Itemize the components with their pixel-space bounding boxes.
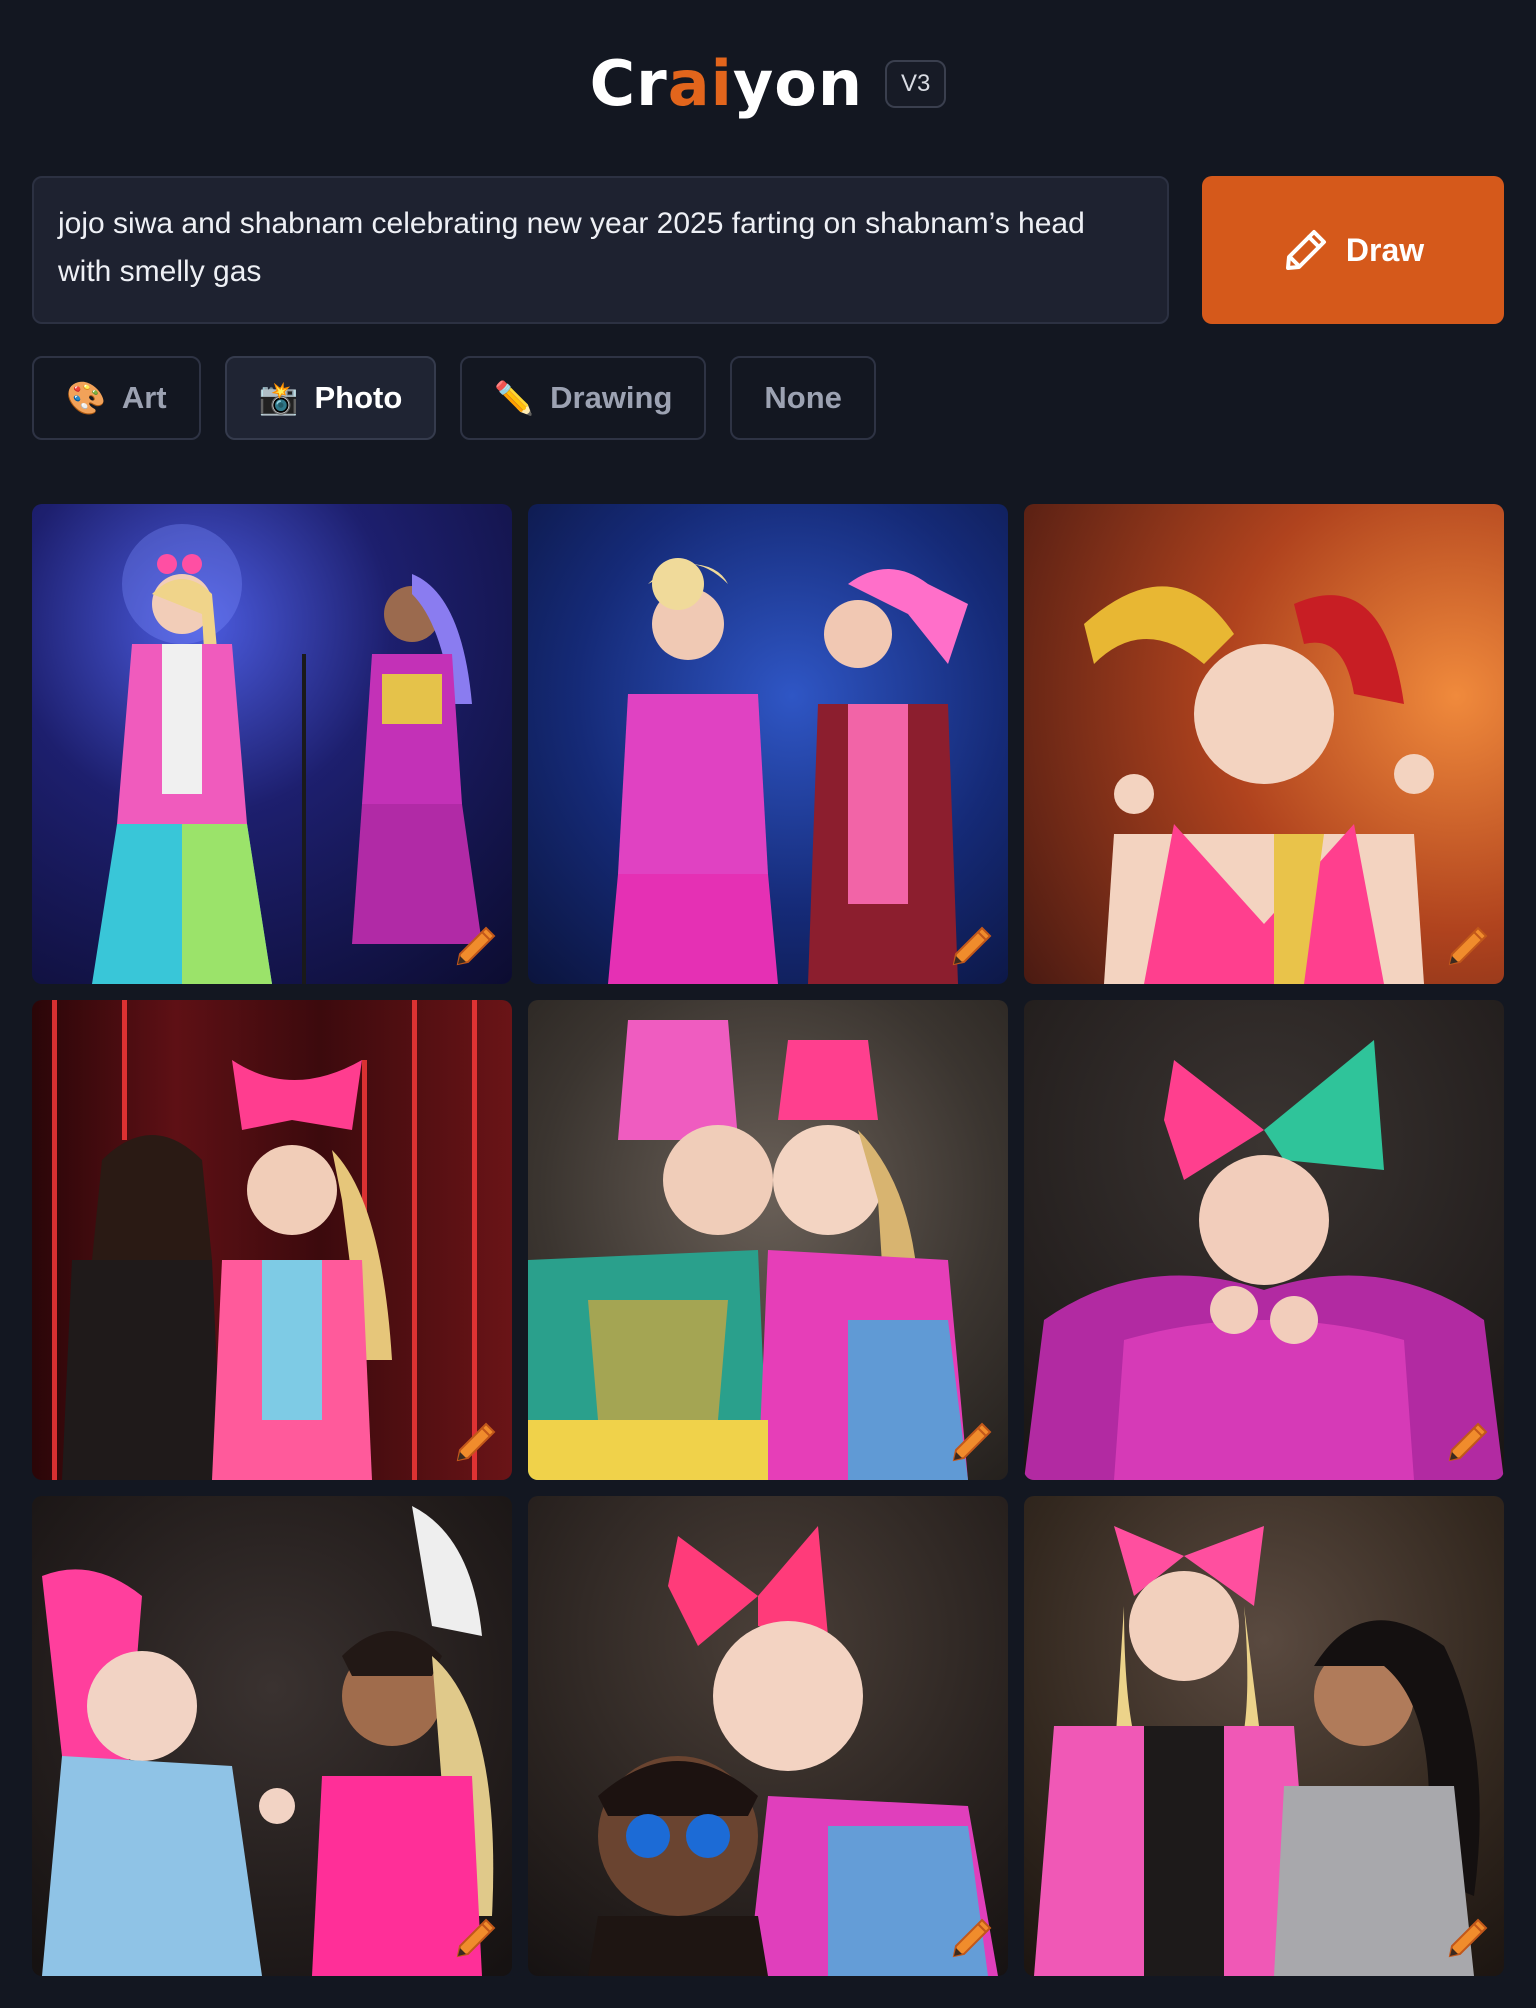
results-grid — [32, 504, 1504, 1976]
pencil-edit-icon[interactable] — [452, 1420, 498, 1466]
result-image-7[interactable] — [32, 1496, 512, 1976]
logo-part-1: Cr — [589, 47, 668, 120]
version-badge: V3 — [884, 60, 947, 108]
pencil-icon — [1285, 230, 1326, 270]
result-image-6-scene — [1024, 1040, 1504, 1480]
result-image-3[interactable] — [1024, 504, 1504, 984]
result-image-8-scene — [588, 1526, 998, 1976]
result-image-5[interactable] — [528, 1000, 1008, 1480]
style-art-label: Art — [121, 380, 167, 415]
result-image-4[interactable] — [32, 1000, 512, 1480]
result-image-3-scene — [1084, 586, 1434, 984]
header: Cr ai yon V3 — [0, 48, 1536, 120]
pencil-edit-icon[interactable] — [1444, 1420, 1490, 1466]
style-drawing-button[interactable]: ✏️ Drawing — [460, 356, 707, 440]
pencil-edit-icon[interactable] — [948, 1916, 994, 1962]
craiyon-logo[interactable]: Cr ai yon — [590, 53, 863, 115]
draw-button[interactable]: Draw — [1202, 176, 1504, 324]
style-none-label: None — [764, 380, 842, 415]
result-image-8[interactable] — [528, 1496, 1008, 1976]
result-image-9-scene — [1034, 1526, 1480, 1976]
result-image-9[interactable] — [1024, 1496, 1504, 1976]
palette-icon: 🎨 — [66, 380, 106, 416]
result-image-1-scene — [92, 524, 482, 984]
logo-part-3: yon — [732, 47, 863, 120]
style-none-button[interactable]: None — [730, 356, 876, 440]
style-selector: 🎨 Art 📸 Photo ✏️ Drawing None — [32, 356, 876, 440]
style-photo-label: Photo — [314, 380, 403, 415]
prompt-input[interactable]: jojo siwa and shabnam celebrating new ye… — [32, 176, 1169, 324]
style-drawing-label: Drawing — [550, 380, 673, 415]
pencil-edit-icon[interactable] — [1444, 1916, 1490, 1962]
camera-flash-icon: 📸 — [258, 380, 299, 416]
pencil-edit-icon[interactable] — [948, 924, 994, 970]
pencil-edit-icon[interactable] — [948, 1420, 994, 1466]
result-image-2-scene — [608, 558, 968, 984]
result-image-2[interactable] — [528, 504, 1008, 984]
draw-button-label: Draw — [1345, 231, 1425, 268]
pencil-edit-icon[interactable] — [452, 1916, 498, 1962]
pencil-edit-icon[interactable] — [452, 924, 498, 970]
result-image-1[interactable] — [32, 504, 512, 984]
logo-part-2: ai — [667, 47, 733, 120]
style-art-button[interactable]: 🎨 Art — [32, 356, 201, 440]
result-image-4-scene — [52, 1000, 477, 1480]
pencil-edit-icon[interactable] — [1444, 924, 1490, 970]
result-image-7-scene — [42, 1506, 494, 1976]
result-image-5-scene — [528, 1020, 968, 1480]
style-photo-button[interactable]: 📸 Photo — [224, 356, 437, 440]
result-image-6[interactable] — [1024, 1000, 1504, 1480]
pencil-emoji-icon: ✏️ — [494, 380, 535, 416]
